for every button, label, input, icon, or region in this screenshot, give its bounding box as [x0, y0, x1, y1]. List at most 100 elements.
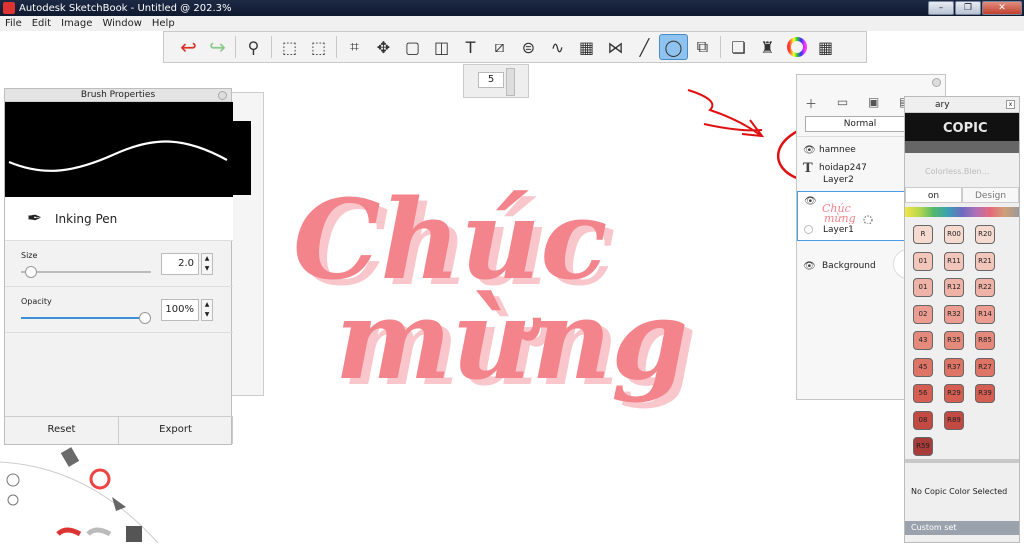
menu-edit[interactable]: Edit	[27, 18, 56, 29]
fill-icon[interactable]: ◫	[427, 34, 456, 60]
menu-image[interactable]: Image	[56, 18, 97, 29]
colorless-blender[interactable]: Colorless.Blen...	[905, 167, 1019, 176]
opacity-slider[interactable]	[21, 312, 151, 324]
symmetry-icon[interactable]: ⋈	[601, 34, 630, 60]
custom-set-bar[interactable]: Custom set	[905, 521, 1019, 535]
zoom-icon[interactable]: ⚲	[239, 34, 268, 60]
copic-swatch[interactable]: R89	[944, 410, 964, 430]
lasso-select-icon[interactable]: ⬚	[304, 34, 333, 60]
close-icon[interactable]: x	[1006, 100, 1015, 109]
color-wheel-icon[interactable]	[782, 34, 811, 60]
copic-swatch[interactable]: R12	[944, 278, 964, 297]
copic-swatch[interactable]: 43	[913, 331, 933, 350]
copic-swatch[interactable]: 45	[913, 357, 933, 377]
blend-mode-select[interactable]: Normal ▼	[805, 116, 915, 132]
thumb-text-2: mừng	[824, 212, 856, 224]
panel-close-icon[interactable]	[218, 91, 227, 100]
restore-button[interactable]: ❐	[955, 1, 981, 15]
copic-scrollbar[interactable]	[905, 459, 1019, 463]
opacity-stepper[interactable]: ▲ ▼	[201, 299, 213, 321]
menu-bar: File Edit Image Window Help	[0, 16, 1024, 31]
minimize-button[interactable]: –	[928, 1, 954, 15]
export-button[interactable]: Export	[119, 417, 233, 444]
ellipse-guide-icon[interactable]: ⊜	[514, 34, 543, 60]
copic-swatch[interactable]: 56	[913, 384, 933, 403]
copic-panel-title: ary	[905, 97, 1019, 113]
layer-radio[interactable]	[804, 225, 813, 234]
size-value[interactable]: 2.0	[161, 253, 199, 275]
menu-window[interactable]: Window	[97, 18, 146, 29]
tab-collection[interactable]: on	[905, 187, 962, 203]
copic-swatch[interactable]: 08	[913, 410, 933, 430]
perspective-icon[interactable]: ▦	[572, 34, 601, 60]
copic-swatch[interactable]: R39	[975, 384, 995, 403]
copic-swatch[interactable]: 01	[913, 251, 933, 271]
opacity-label: Opacity	[21, 297, 52, 306]
text-icon[interactable]: T	[456, 34, 485, 60]
redo-icon[interactable]: ↪	[203, 34, 232, 60]
copic-swatch[interactable]: R21	[975, 251, 995, 271]
copic-library-icon[interactable]: ▦	[811, 34, 840, 60]
line-icon[interactable]: ╱	[630, 34, 659, 60]
color-family-strip[interactable]	[905, 207, 1019, 217]
size-slider-knob[interactable]	[24, 266, 37, 278]
brush-name-row: ✒ Inking Pen	[5, 197, 233, 241]
brush-size-value[interactable]: 5	[478, 72, 504, 88]
copic-swatch[interactable]: R85	[975, 331, 995, 350]
menu-file[interactable]: File	[0, 18, 27, 29]
shape-icon[interactable]: ⧉	[688, 34, 717, 60]
copic-swatch[interactable]: R14	[975, 304, 995, 324]
french-curve-icon[interactable]: ∿	[543, 34, 572, 60]
title-bar: Autodesk SketchBook - Untitled @ 202.3% …	[0, 0, 1024, 16]
brush-panel-buttons: Reset Export	[5, 416, 233, 444]
size-stepper[interactable]: ▲ ▼	[201, 253, 213, 275]
copic-swatch[interactable]: R29	[944, 384, 964, 403]
select-icon[interactable]: ⬚	[275, 34, 304, 60]
copic-swatch[interactable]: R32	[944, 304, 964, 324]
copic-logo: COPIC	[905, 113, 1019, 153]
copic-swatch[interactable]: R27	[975, 357, 995, 377]
add-folder-icon[interactable]: ▭	[837, 95, 848, 112]
copic-swatch[interactable]: R59	[913, 437, 933, 456]
close-button[interactable]: ✕	[982, 1, 1022, 15]
menu-help[interactable]: Help	[147, 18, 180, 29]
size-label: Size	[21, 251, 38, 260]
opacity-slider-knob[interactable]	[139, 312, 151, 324]
layer-name: Layer1	[823, 225, 854, 235]
opacity-value[interactable]: 100%	[161, 299, 199, 321]
copic-swatch[interactable]: R20	[975, 225, 995, 244]
copic-swatch[interactable]: R11	[944, 251, 964, 271]
size-slider[interactable]	[21, 266, 151, 278]
brush-size-slider[interactable]	[506, 68, 515, 96]
move-icon[interactable]: ✥	[369, 34, 398, 60]
add-image-icon[interactable]: ▣	[868, 95, 879, 112]
copic-swatch[interactable]: R00	[944, 225, 964, 244]
layers-icon[interactable]: ❏	[724, 34, 753, 60]
reset-button[interactable]: Reset	[5, 417, 119, 444]
copic-swatch[interactable]: 02	[913, 304, 933, 324]
copic-swatch[interactable]: R22	[975, 278, 995, 297]
size-field: Size 2.0 ▲ ▼	[5, 241, 233, 287]
layer-name: hamnee	[819, 145, 856, 155]
circle-shape-icon[interactable]: ◯	[659, 34, 688, 60]
opacity-field: Opacity 100% ▲ ▼	[5, 287, 233, 333]
add-layer-icon[interactable]: ＋	[805, 95, 817, 112]
transform-icon[interactable]: ▢	[398, 34, 427, 60]
copic-swatch[interactable]: R35	[944, 331, 964, 350]
brush-stroke-preview	[5, 102, 233, 197]
copic-swatch[interactable]: R	[913, 225, 933, 244]
undo-icon[interactable]: ↩	[174, 34, 203, 60]
eye-icon[interactable]: 👁	[803, 261, 816, 272]
eye-icon[interactable]: 👁	[804, 196, 817, 207]
copic-swatch[interactable]: R37	[944, 357, 964, 377]
toolbar-divider	[336, 36, 337, 58]
brushes-icon[interactable]: ♜	[753, 34, 782, 60]
app-icon	[3, 2, 15, 14]
eye-icon[interactable]: 👁	[803, 145, 816, 156]
crop-icon[interactable]: ⌗	[340, 34, 369, 60]
panel-close-icon[interactable]	[932, 78, 941, 87]
toolbar-divider	[235, 36, 236, 58]
copic-swatch[interactable]: 01	[913, 278, 933, 297]
tab-design[interactable]: Design	[962, 187, 1019, 203]
ruler-icon[interactable]: ⧄	[485, 34, 514, 60]
